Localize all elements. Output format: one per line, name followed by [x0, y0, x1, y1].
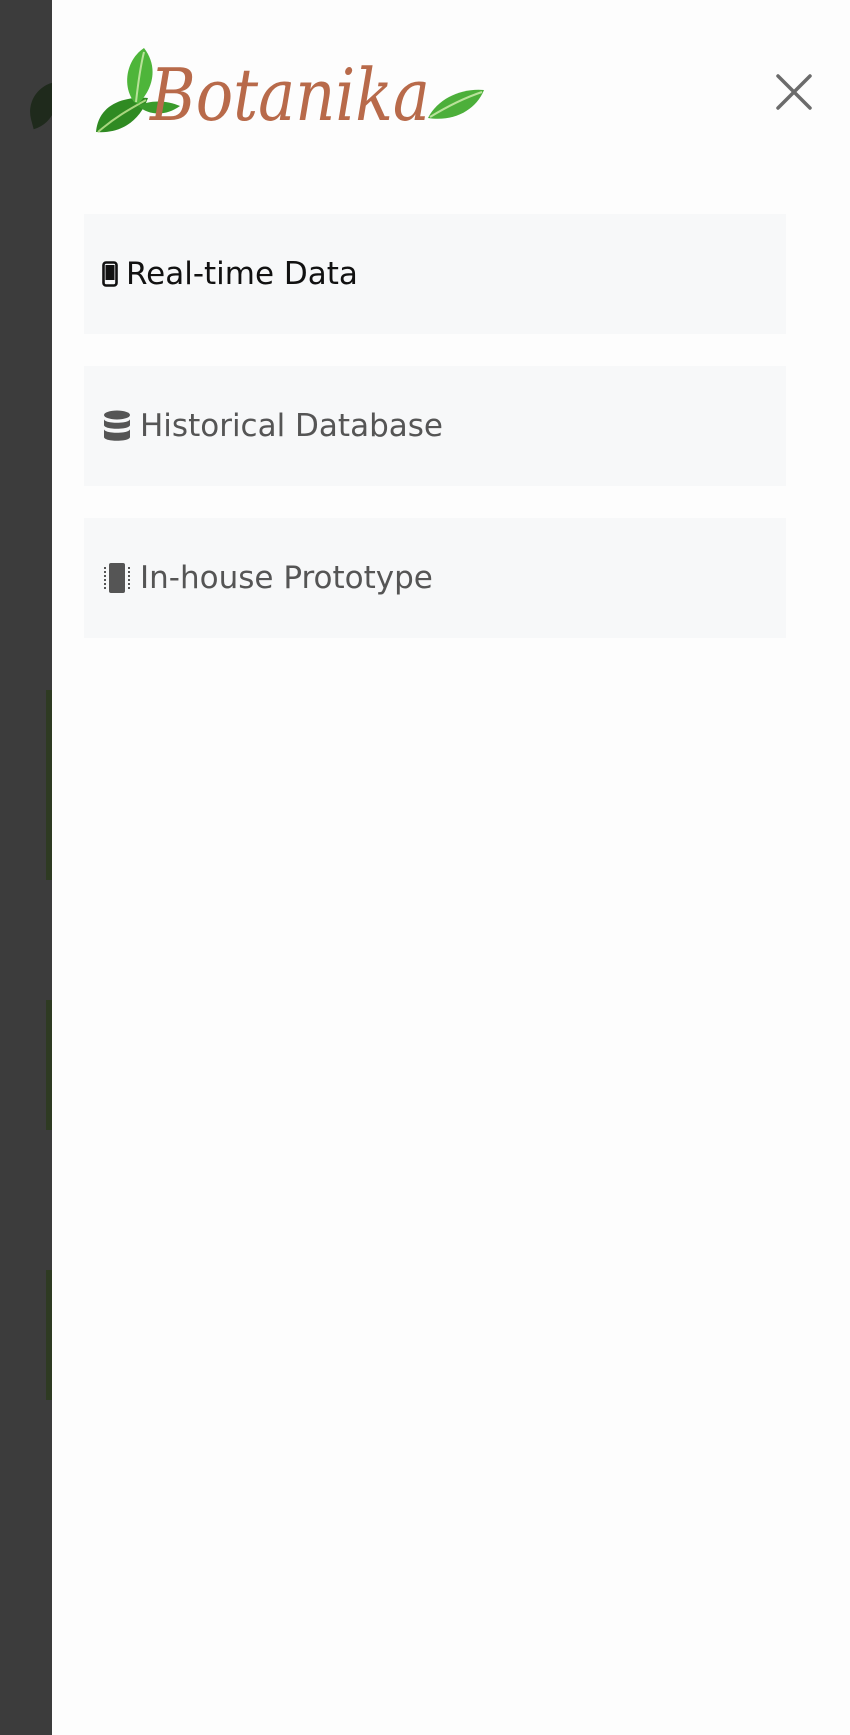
- close-button[interactable]: [770, 68, 818, 116]
- logo-wordmark: Botanika: [148, 53, 430, 137]
- nav-item-real-time-data[interactable]: Real-time Data: [84, 214, 786, 334]
- device-vibrate-icon: [102, 562, 132, 594]
- nav-item-label: Historical Database: [140, 408, 443, 444]
- nav-item-in-house-prototype[interactable]: In-house Prototype: [84, 518, 786, 638]
- mobile-phone-icon: [102, 261, 118, 287]
- drawer-navigation: Real-time Data Historical Database In-ho…: [84, 214, 786, 670]
- offcanvas-drawer: Botanika Real-time Data Historical Datab…: [52, 0, 850, 1735]
- botanika-logo[interactable]: Botanika: [88, 40, 488, 140]
- drawer-header: Botanika: [52, 0, 850, 190]
- close-icon: [770, 68, 818, 116]
- page-backdrop[interactable]: [0, 0, 63, 1735]
- nav-item-label: Real-time Data: [126, 256, 358, 292]
- database-icon: [102, 410, 132, 442]
- nav-item-historical-database[interactable]: Historical Database: [84, 366, 786, 486]
- nav-item-label: In-house Prototype: [140, 560, 433, 596]
